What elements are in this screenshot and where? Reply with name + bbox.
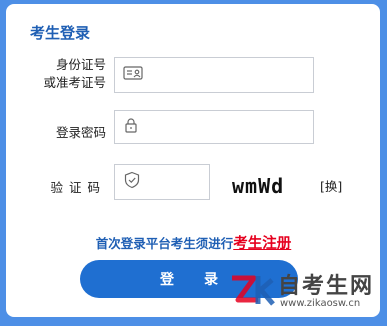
watermark-brand: 自考生网 <box>278 274 375 299</box>
shield-icon <box>123 171 141 193</box>
captcha-input-wrapper[interactable] <box>114 164 210 201</box>
password-input-wrapper[interactable] <box>114 110 314 145</box>
watermark: 自考生网 www.zikaosw.cn <box>228 266 387 318</box>
password-field-label: 登录密码 <box>55 125 106 140</box>
captcha-refresh-link[interactable]: [换] <box>320 176 342 195</box>
id-number-input-wrapper[interactable] <box>114 57 314 94</box>
password-input[interactable] <box>151 111 309 145</box>
register-prompt: 首次登录平台考生须进行考生注册 <box>0 232 387 253</box>
watermark-url: www.zikaosw.cn <box>280 298 361 309</box>
captcha-input[interactable] <box>151 165 205 201</box>
zk-logo <box>228 270 276 314</box>
register-link[interactable]: 考生注册 <box>233 236 291 252</box>
captcha-field-label: 验证码 <box>50 180 106 195</box>
page-title: 考生登录 <box>30 24 91 42</box>
captcha-image[interactable]: wmWd <box>232 174 284 198</box>
register-prompt-text: 首次登录平台考生须进行 <box>95 236 234 251</box>
lock-icon <box>123 117 139 137</box>
id-card-icon <box>123 65 143 85</box>
id-number-input[interactable] <box>151 58 309 94</box>
id-field-label: 身份证号 或准考证号 <box>43 57 106 90</box>
